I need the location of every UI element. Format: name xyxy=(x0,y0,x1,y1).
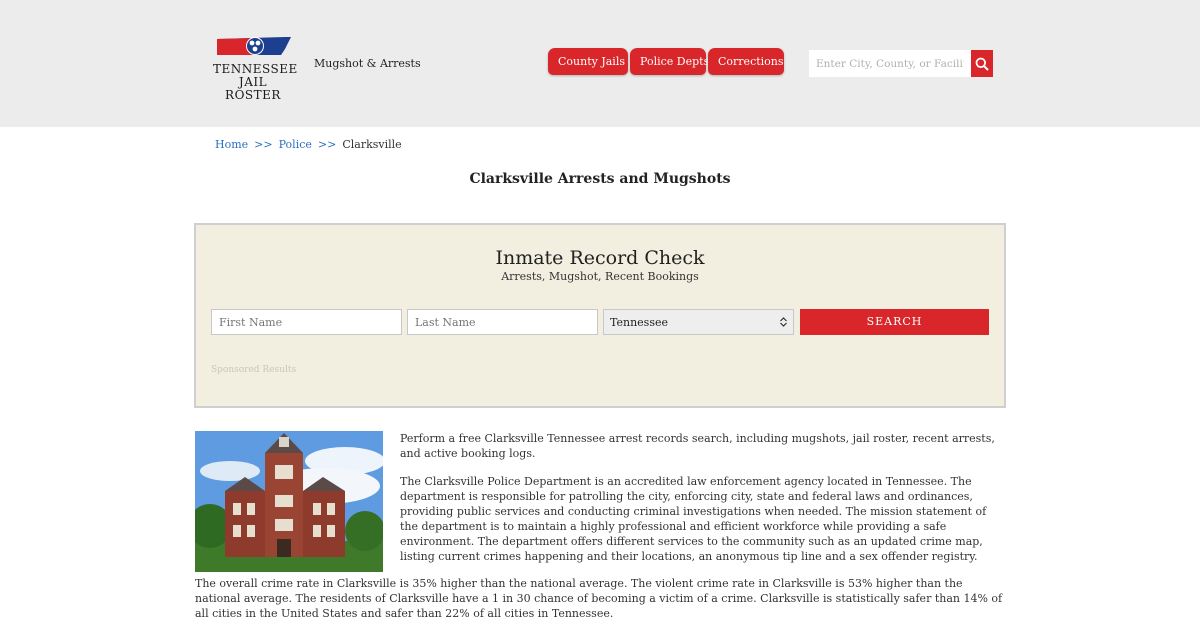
inmate-record-check-panel: Inmate Record Check Arrests, Mugshot, Re… xyxy=(194,223,1006,408)
search-icon xyxy=(975,57,989,71)
site-header: TENNESSEE JAIL ROSTER Mugshot & Arrests … xyxy=(0,0,1200,127)
nav-corrections-button[interactable]: Corrections xyxy=(708,48,784,75)
panel-subtitle: Arrests, Mugshot, Recent Bookings xyxy=(501,270,699,283)
department-paragraph: The Clarksville Police Department is an … xyxy=(400,475,987,563)
breadcrumb-home-link[interactable]: Home xyxy=(215,138,248,151)
site-logo[interactable]: TENNESSEE JAIL ROSTER xyxy=(213,35,297,102)
record-search-button[interactable]: SEARCH xyxy=(800,309,989,335)
crime-rate-paragraph: The overall crime rate in Clarksville is… xyxy=(195,577,1003,620)
facility-search-button[interactable] xyxy=(971,50,993,77)
state-select-value: Tennessee xyxy=(610,315,668,329)
first-name-input[interactable] xyxy=(211,309,402,335)
tennessee-flag-icon xyxy=(217,37,291,55)
last-name-input[interactable] xyxy=(407,309,598,335)
state-select[interactable]: Tennessee xyxy=(603,309,794,335)
nav-police-depts-button[interactable]: Police Depts xyxy=(630,48,709,75)
page-title: Clarksville Arrests and Mugshots xyxy=(469,171,731,187)
main-nav: County Jails Police Depts Corrections xyxy=(548,48,784,75)
panel-title: Inmate Record Check xyxy=(495,247,705,269)
nav-county-jails-button[interactable]: County Jails xyxy=(548,48,628,75)
facility-search-input[interactable] xyxy=(809,50,971,77)
breadcrumb-separator: >> xyxy=(254,138,273,151)
breadcrumb: Home >> Police >> Clarksville xyxy=(215,138,402,151)
logo-text-line2: JAIL ROSTER xyxy=(225,75,281,102)
intro-paragraph: Perform a free Clarksville Tennessee arr… xyxy=(400,432,995,460)
breadcrumb-current: Clarksville xyxy=(342,138,402,151)
courthouse-photo xyxy=(195,431,383,572)
select-arrows-icon xyxy=(780,317,787,327)
breadcrumb-separator: >> xyxy=(317,138,337,151)
sponsored-results-label: Sponsored Results xyxy=(211,365,297,375)
breadcrumb-police-link[interactable]: Police xyxy=(279,138,312,151)
site-tagline: Mugshot & Arrests xyxy=(314,57,421,70)
